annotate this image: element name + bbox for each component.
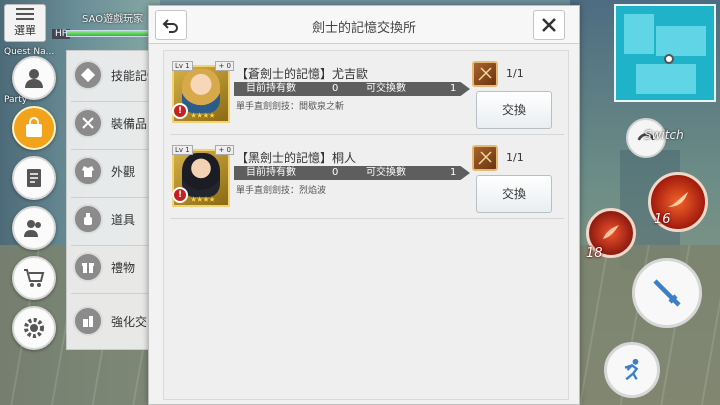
memory-token-icon [472, 61, 498, 87]
dialog-header: 劍士的記憶交換所 [149, 6, 579, 44]
attack-button[interactable] [632, 258, 702, 328]
owned-value: 0 [332, 167, 339, 178]
exchangeable-label: 可交換數 [366, 167, 406, 178]
level-tag: Lv 1 [172, 61, 193, 71]
owned-value: 0 [332, 83, 339, 94]
equipment-icon [73, 108, 103, 138]
settings-button[interactable] [12, 306, 56, 350]
submenu-label: 強化交 [111, 314, 148, 329]
map-room [656, 26, 706, 56]
skill-cooldown-2: 18 [586, 246, 603, 261]
enhance-icon [73, 306, 103, 336]
divider [71, 197, 151, 198]
outfit-icon [73, 156, 103, 186]
exchangeable-label: 可交換數 [366, 83, 406, 94]
rarity-stars: ★★★★ [190, 111, 216, 120]
dialog-title: 劍士的記憶交換所 [311, 21, 416, 36]
hamburger-icon [16, 8, 34, 20]
level-tag: Lv 1 [172, 145, 193, 155]
stat-bar: 目前持有數 0 可交換數 1 [234, 82, 470, 96]
exchangeable-value: 1 [450, 83, 457, 94]
submenu-label: 道具 [111, 212, 136, 227]
memory-exchange-dialog: 劍士的記憶交換所 Lv 1 + 0 ! ★★★★ 【蒼劍士的記憶】尤吉歐 目前持… [148, 5, 580, 405]
close-button[interactable] [533, 10, 565, 40]
person-icon [25, 69, 43, 88]
fire-wave-icon [603, 225, 619, 239]
cart-icon [24, 269, 45, 287]
eugeo-portrait [182, 69, 220, 113]
map-room [636, 64, 696, 94]
gift-icon [73, 252, 103, 282]
sword-icon [653, 279, 681, 307]
inventory-button[interactable] [12, 106, 56, 150]
running-icon [624, 358, 639, 381]
plus-tag: + 0 [215, 61, 234, 71]
rarity-stars: ★★★★ [190, 195, 216, 204]
skill-description: 單手直劍劍技：烈焰波 [236, 186, 327, 196]
switch-label: Switch [644, 128, 684, 142]
submenu-label: 外觀 [111, 164, 136, 179]
exchange-list: Lv 1 + 0 ! ★★★★ 【蒼劍士的記憶】尤吉歐 目前持有數 0 可交換數… [163, 50, 569, 400]
plus-tag: + 0 [215, 145, 234, 155]
minimap[interactable] [614, 4, 716, 102]
hp-fill [67, 31, 151, 36]
alert-icon: ! [172, 187, 188, 203]
submenu-label: 裝備品 [111, 116, 148, 131]
kirito-portrait [182, 153, 220, 197]
gear-icon [24, 318, 44, 338]
token-count: 1/1 [506, 151, 524, 164]
menu-label: 選單 [14, 24, 36, 37]
quest-log-button[interactable] [12, 156, 56, 200]
inventory-submenu: 技能記憶 裝備品 外觀 道具 禮物 強化交 [66, 50, 159, 350]
exchange-button[interactable]: 交換 [476, 175, 552, 213]
exchange-row: Lv 1 + 0 ! ★★★★ 【蒼劍士的記憶】尤吉歐 目前持有數 0 可交換數… [170, 57, 564, 135]
divider [71, 293, 151, 294]
submenu-label: 禮物 [111, 260, 136, 275]
character-card[interactable]: Lv 1 + 0 ! ★★★★ [172, 61, 234, 125]
potion-icon [73, 204, 103, 234]
divider [71, 149, 151, 150]
divider [71, 101, 151, 102]
stat-bar: 目前持有數 0 可交換數 1 [234, 166, 470, 180]
notebook-icon [27, 169, 41, 187]
friends-button[interactable] [12, 206, 56, 250]
owned-label: 目前持有數 [246, 167, 296, 178]
exchange-row: Lv 1 + 0 ! ★★★★ 【黑劍士的記憶】桐人 目前持有數 0 可交換數 … [170, 141, 564, 219]
player-name: SAO遊戲玩家 [82, 14, 144, 25]
alert-icon: ! [172, 103, 188, 119]
close-icon [542, 18, 556, 32]
item-name: 【黑劍士的記憶】桐人 [236, 151, 357, 165]
character-card[interactable]: Lv 1 + 0 ! ★★★★ [172, 145, 234, 209]
exchange-button[interactable]: 交換 [476, 91, 552, 129]
dash-button[interactable] [604, 342, 660, 398]
skill-cooldown-1: 16 [654, 212, 671, 227]
memory-token-icon [472, 145, 498, 171]
skill-memory-icon [73, 60, 103, 90]
bag-icon [26, 117, 42, 137]
token-count: 1/1 [506, 67, 524, 80]
map-room [624, 14, 654, 54]
hp-bar [66, 30, 156, 37]
shop-button[interactable] [12, 256, 56, 300]
friends-icon [24, 220, 41, 237]
exchangeable-value: 1 [450, 167, 457, 178]
character-button[interactable] [12, 56, 56, 100]
player-marker-icon [664, 54, 674, 64]
item-name: 【蒼劍士的記憶】尤吉歐 [236, 67, 369, 81]
divider [71, 245, 151, 246]
owned-label: 目前持有數 [246, 83, 296, 94]
menu-button[interactable]: 選單 [4, 4, 46, 42]
skill-description: 單手直劍劍技：間歇泉之斬 [236, 102, 345, 112]
